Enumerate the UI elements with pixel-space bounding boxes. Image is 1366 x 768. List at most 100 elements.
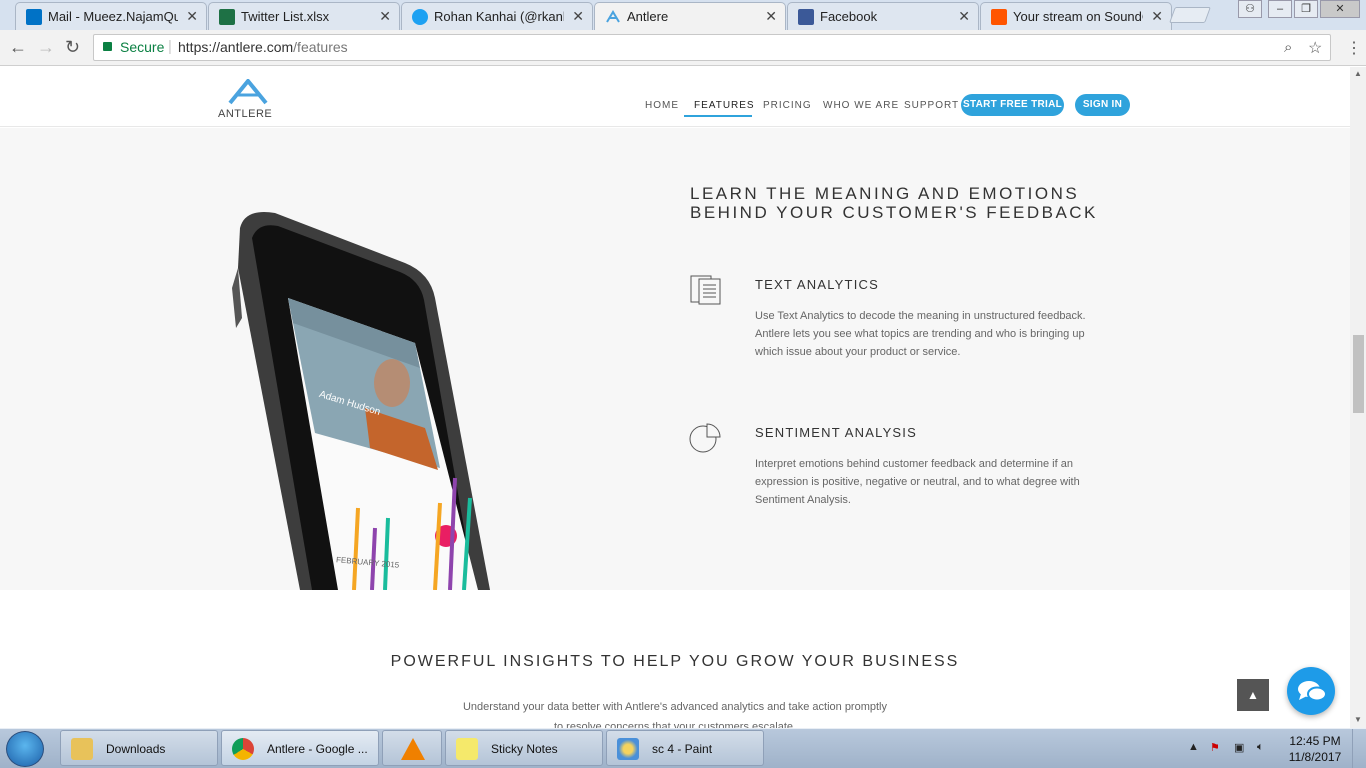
tab-mail[interactable]: Mail - Mueez.NajamQure ✕ xyxy=(15,2,207,30)
network-icon[interactable]: ▣ xyxy=(1234,741,1244,754)
tab-label: Twitter List.xlsx xyxy=(241,9,330,24)
pie-chart-icon xyxy=(689,423,721,453)
tab-antlere[interactable]: Antlere ✕ xyxy=(594,2,786,31)
soundcloud-icon xyxy=(991,9,1007,25)
volume-icon[interactable]: 🔈︎ xyxy=(1257,741,1264,754)
divider: | xyxy=(168,38,172,55)
url-path: /features xyxy=(293,39,348,55)
description-line: Antlere lets you see what topics are tre… xyxy=(755,328,1085,340)
chat-icon xyxy=(1298,681,1327,702)
scroll-down-arrow[interactable]: ▼ xyxy=(1354,715,1362,724)
taskbar-item-downloads[interactable]: Downloads xyxy=(60,730,218,766)
phone-mockup-image xyxy=(232,212,490,590)
scrollbar-thumb[interactable] xyxy=(1353,335,1364,413)
description-line: to resolve concerns that your customers … xyxy=(553,721,797,728)
lock-icon xyxy=(103,42,112,51)
nav-features[interactable]: FEATURES xyxy=(694,100,755,111)
close-icon[interactable]: ✕ xyxy=(379,8,391,25)
url-text: https://antlere.com/features xyxy=(178,39,348,55)
sentiment-analysis-title: SENTIMENT ANALYSIS xyxy=(755,425,917,440)
tab-facebook[interactable]: Facebook ✕ xyxy=(787,2,979,30)
chat-button[interactable] xyxy=(1287,667,1335,715)
hero-title-line: LEARN THE MEANING AND EMOTIONS xyxy=(690,184,1080,203)
paint-icon xyxy=(617,738,639,760)
new-tab-button[interactable] xyxy=(1169,7,1211,23)
windows-taskbar: Downloads Antlere - Google ... Sticky No… xyxy=(0,728,1366,768)
close-icon[interactable]: ✕ xyxy=(765,8,777,25)
tab-label: Facebook xyxy=(820,9,878,24)
tab-soundcloud[interactable]: Your stream on SoundCl ✕ xyxy=(980,2,1172,30)
insights-description: Understand your data better with Antlere… xyxy=(450,697,900,728)
back-icon[interactable]: ← xyxy=(9,37,27,58)
menu-icon[interactable]: ⋮ xyxy=(1346,38,1362,58)
tab-label: Rohan Kanhai (@rkanhai xyxy=(434,9,564,24)
description-line: Understand your data better with Antlere… xyxy=(462,701,887,713)
nav-home[interactable]: HOME xyxy=(645,100,679,111)
taskbar-item-vlc[interactable] xyxy=(382,730,442,766)
folder-icon xyxy=(71,738,93,760)
close-window-button[interactable]: ✕ xyxy=(1320,0,1360,18)
clock-date: 11/8/2017 xyxy=(1288,750,1342,764)
forward-icon[interactable]: → xyxy=(37,37,55,58)
text-analytics-description: Use Text Analytics to decode the meaning… xyxy=(755,307,1100,361)
system-clock[interactable]: 12:45 PM 11/8/2017 xyxy=(1284,733,1346,765)
chrome-icon xyxy=(232,738,254,760)
tab-twitter[interactable]: Rohan Kanhai (@rkanhai ✕ xyxy=(401,2,593,30)
start-free-trial-button[interactable]: START FREE TRIAL xyxy=(961,94,1064,116)
text-analytics-title: TEXT ANALYTICS xyxy=(755,277,879,292)
maximize-button[interactable]: ❐ xyxy=(1294,0,1318,18)
tab-excel[interactable]: Twitter List.xlsx ✕ xyxy=(208,2,400,30)
active-nav-underline xyxy=(684,115,752,117)
vlc-icon xyxy=(401,738,425,760)
twitter-icon xyxy=(412,9,428,25)
nav-who-we-are[interactable]: WHO WE ARE xyxy=(823,100,899,111)
logo-text: ANTLERE xyxy=(218,108,273,120)
page-scrollbar[interactable]: ▲ ▼ xyxy=(1350,67,1366,728)
web-page: ANTLERE HOME FEATURES PRICING WHO WE ARE… xyxy=(0,67,1350,728)
show-hidden-icons[interactable]: ▲ xyxy=(1188,741,1199,753)
document-icon xyxy=(690,275,721,305)
clock-time: 12:45 PM xyxy=(1289,734,1341,748)
nav-pricing[interactable]: PRICING xyxy=(763,100,812,111)
scroll-to-top-button[interactable]: ▲ xyxy=(1237,679,1269,711)
taskbar-label: Downloads xyxy=(106,742,166,756)
url-host: https://antlere.com xyxy=(178,39,294,55)
tab-label: Antlere xyxy=(627,9,669,24)
description-line: Use Text Analytics to decode the meaning… xyxy=(755,310,1086,322)
sign-in-button[interactable]: SIGN IN xyxy=(1075,94,1130,116)
scroll-up-arrow[interactable]: ▲ xyxy=(1354,69,1362,78)
description-line: expression is positive, negative or neut… xyxy=(755,476,1080,488)
hero-title: LEARN THE MEANING AND EMOTIONS BEHIND YO… xyxy=(690,184,1110,222)
close-icon[interactable]: ✕ xyxy=(186,8,198,25)
hero-title-line: BEHIND YOUR CUSTOMER'S FEEDBACK xyxy=(690,203,1098,222)
secure-label: Secure xyxy=(120,39,165,55)
taskbar-label: sc 4 - Paint xyxy=(652,742,713,756)
zoom-search-icon[interactable]: ⌕ xyxy=(1284,39,1292,56)
close-icon[interactable]: ✕ xyxy=(572,8,584,25)
show-desktop-button[interactable] xyxy=(1352,729,1366,768)
excel-icon xyxy=(219,9,235,25)
nav-support[interactable]: SUPPORT xyxy=(904,100,959,111)
taskbar-label: Antlere - Google ... xyxy=(267,742,368,756)
antlere-icon xyxy=(605,9,621,25)
taskbar-item-sticky-notes[interactable]: Sticky Notes xyxy=(445,730,603,766)
action-center-icon[interactable]: ⚑ xyxy=(1210,741,1220,754)
description-line: Interpret emotions behind customer feedb… xyxy=(755,458,1073,470)
star-icon[interactable]: ☆ xyxy=(1308,38,1322,58)
description-line: Sentiment Analysis. xyxy=(755,494,851,506)
tab-strip: Mail - Mueez.NajamQure ✕ Twitter List.xl… xyxy=(0,0,1366,31)
taskbar-item-paint[interactable]: sc 4 - Paint xyxy=(606,730,764,766)
address-bar[interactable]: Secure | https://antlere.com/features ⌕ … xyxy=(93,34,1331,61)
outlook-icon xyxy=(26,9,42,25)
profile-icon[interactable]: ⚇ xyxy=(1238,0,1262,18)
insights-title: POWERFUL INSIGHTS TO HELP YOU GROW YOUR … xyxy=(390,653,960,670)
close-icon[interactable]: ✕ xyxy=(958,8,970,25)
taskbar-item-chrome[interactable]: Antlere - Google ... xyxy=(221,730,379,766)
minimize-button[interactable]: – xyxy=(1268,0,1292,18)
antlere-logo[interactable]: ANTLERE xyxy=(218,77,278,120)
tab-label: Your stream on SoundCl xyxy=(1013,9,1143,24)
reload-icon[interactable]: ↻ xyxy=(65,37,80,58)
close-icon[interactable]: ✕ xyxy=(1151,8,1163,25)
start-button[interactable] xyxy=(6,731,44,767)
tab-label: Mail - Mueez.NajamQure xyxy=(48,9,178,24)
